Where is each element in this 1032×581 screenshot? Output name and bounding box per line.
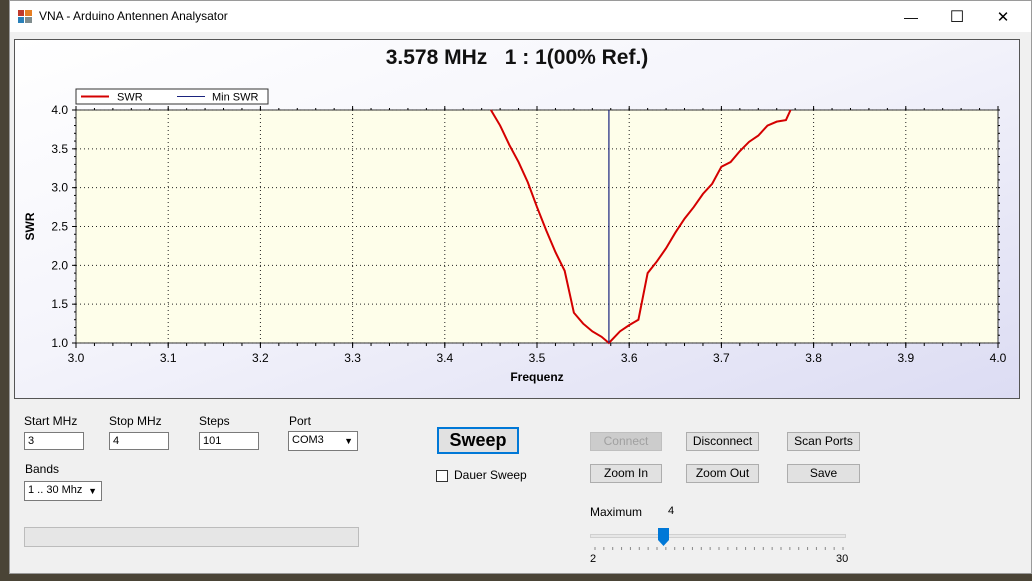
steps-label: Steps xyxy=(199,414,230,428)
dauer-sweep-label: Dauer Sweep xyxy=(454,468,527,482)
close-button[interactable]: ✕ xyxy=(980,1,1026,32)
sweep-button[interactable]: Sweep xyxy=(437,427,519,454)
connect-button[interactable]: Connect xyxy=(590,432,662,451)
x-tick-label: 3.0 xyxy=(68,351,85,365)
y-tick-label: 1.0 xyxy=(51,336,68,350)
maximum-slider-track[interactable] xyxy=(590,534,846,538)
port-select[interactable]: COM3 ▼ xyxy=(288,431,358,451)
bands-select[interactable]: 1 .. 30 Mhz ▼ xyxy=(24,481,102,501)
save-button[interactable]: Save xyxy=(787,464,860,483)
chevron-down-icon: ▼ xyxy=(88,486,97,496)
y-tick-label: 4.0 xyxy=(51,103,68,117)
disconnect-button[interactable]: Disconnect xyxy=(686,432,759,451)
x-tick-label: 3.8 xyxy=(805,351,822,365)
maximum-slider-thumb[interactable] xyxy=(658,528,669,546)
maximum-value: 4 xyxy=(668,505,675,517)
slider-max-label: 30 xyxy=(836,553,849,565)
x-tick-label: 4.0 xyxy=(990,351,1007,365)
zoom-in-button[interactable]: Zoom In xyxy=(590,464,662,483)
y-tick-label: 3.5 xyxy=(51,142,68,156)
x-tick-label: 3.6 xyxy=(621,351,638,365)
bands-label: Bands xyxy=(25,462,60,476)
maximum-label: Maximum xyxy=(590,505,643,519)
swr-chart[interactable]: 1.01.52.02.53.03.54.03.0 3.1 3.2 3.3 3.4 3.5 3… xyxy=(15,40,1020,399)
port-label: Port xyxy=(289,414,312,428)
bands-select-value: 1 .. 30 Mhz xyxy=(28,484,83,496)
app-window: VNA - Arduino Antennen Analysator — ☐ ✕ … xyxy=(9,0,1032,574)
x-tick-label: 3.7 xyxy=(713,351,730,365)
stop-mhz-input[interactable] xyxy=(109,432,169,450)
minimize-button[interactable]: — xyxy=(888,1,934,32)
scan-ports-button[interactable]: Scan Ports xyxy=(787,432,860,451)
x-tick-label: 3.9 xyxy=(897,351,914,365)
port-select-value: COM3 xyxy=(292,434,324,446)
stop-mhz-label: Stop MHz xyxy=(109,414,162,428)
y-tick-label: 2.0 xyxy=(51,258,68,272)
zoom-out-button[interactable]: Zoom Out xyxy=(686,464,759,483)
slider-min-label: 2 xyxy=(590,553,597,565)
start-mhz-label: Start MHz xyxy=(24,414,78,428)
dauer-sweep-checkbox[interactable] xyxy=(436,470,448,482)
vna-app-icon xyxy=(18,10,32,23)
x-axis-title: Frequenz xyxy=(510,370,563,384)
steps-input[interactable] xyxy=(199,432,259,450)
swr-chart-panel: 3.578 MHz 1 : 1(00% Ref.) 1.0 1.5 2.0 2.5 3.… xyxy=(14,39,1020,399)
y-axis-title: SWR xyxy=(23,212,37,240)
x-tick-label: 3.3 xyxy=(344,351,361,365)
sweep-progress-bar xyxy=(24,527,359,547)
x-tick-label: 3.5 xyxy=(529,351,546,365)
legend-min-swr-label: Min SWR xyxy=(212,92,259,104)
slider-ticks xyxy=(594,547,844,550)
window-title: VNA - Arduino Antennen Analysator xyxy=(39,9,228,23)
y-tick-label: 3.0 xyxy=(51,181,68,195)
x-tick-label: 3.4 xyxy=(436,351,453,365)
start-mhz-input[interactable] xyxy=(24,432,84,450)
x-tick-label: 3.2 xyxy=(252,351,269,365)
chevron-down-icon: ▼ xyxy=(344,436,353,446)
x-tick-label: 3.1 xyxy=(160,351,177,365)
maximize-button[interactable]: ☐ xyxy=(934,1,980,32)
y-tick-label: 1.5 xyxy=(51,297,68,311)
legend-swr-label: SWR xyxy=(117,92,143,104)
title-bar[interactable]: VNA - Arduino Antennen Analysator — ☐ ✕ xyxy=(10,1,1031,32)
y-tick-label: 2.5 xyxy=(51,220,68,234)
